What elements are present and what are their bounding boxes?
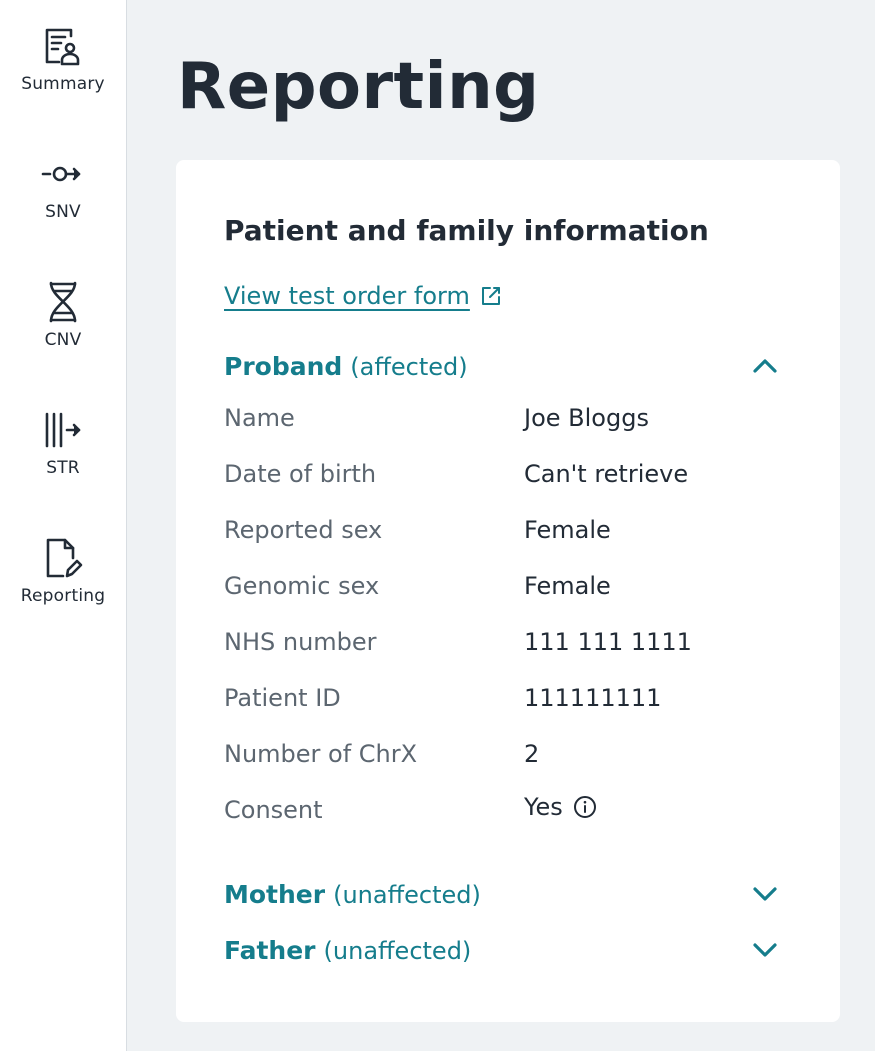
info-icon[interactable]: [573, 795, 597, 819]
patient-info-card: Patient and family information View test…: [176, 160, 840, 1022]
father-status: (unaffected): [323, 936, 472, 965]
proband-status: (affected): [350, 352, 468, 381]
sidebar-item-label: STR: [46, 458, 80, 478]
proband-section-toggle[interactable]: Proband (affected): [224, 348, 782, 384]
external-link-icon: [480, 285, 502, 307]
sidebar-item-cnv[interactable]: CNV: [0, 280, 126, 350]
field-label: Genomic sex: [224, 572, 380, 600]
field-label: Patient ID: [224, 684, 341, 712]
field-row-patient-id: Patient ID 111111111: [224, 678, 784, 718]
field-label: Date of birth: [224, 460, 377, 488]
father-section-toggle[interactable]: Father (unaffected): [224, 932, 782, 968]
sidebar-item-label: SNV: [45, 202, 81, 222]
field-row-consent: Consent Yes: [224, 790, 784, 830]
mother-label: Mother: [224, 879, 326, 909]
mother-status: (unaffected): [333, 880, 481, 909]
field-value: Joe Bloggs: [524, 404, 649, 432]
dna-helix-icon: [41, 280, 85, 324]
field-label: Reported sex: [224, 516, 383, 544]
field-row-genomic-sex: Genomic sex Female: [224, 566, 784, 606]
field-label: Consent: [224, 796, 323, 824]
sidebar-nav: Summary SNV CNV STR Reporting: [0, 0, 127, 1051]
str-repeat-icon: [41, 408, 85, 452]
field-value: Yes: [524, 793, 563, 821]
chevron-down-icon: [752, 941, 778, 959]
sidebar-item-label: Reporting: [20, 586, 106, 606]
sidebar-item-summary[interactable]: Summary: [0, 24, 126, 94]
field-row-number-of-chrx: Number of ChrX 2: [224, 734, 784, 774]
proband-label: Proband: [224, 351, 343, 381]
snv-variant-icon: [41, 152, 85, 196]
field-row-reported-sex: Reported sex Female: [224, 510, 784, 550]
sidebar-item-label: CNV: [44, 330, 82, 350]
document-edit-icon: [41, 536, 85, 580]
field-value: 2: [524, 740, 540, 768]
field-row-date-of-birth: Date of birth Can't retrieve: [224, 454, 784, 494]
order-link-label: View test order form: [224, 282, 470, 310]
field-value: 111 111 1111: [524, 628, 692, 656]
page-title: Reporting: [177, 50, 540, 124]
view-test-order-form-link[interactable]: View test order form: [224, 282, 502, 310]
sidebar-item-str[interactable]: STR: [0, 408, 126, 478]
mother-section-toggle[interactable]: Mother (unaffected): [224, 876, 782, 912]
field-value: Can't retrieve: [524, 460, 689, 488]
card-title: Patient and family information: [224, 214, 709, 247]
chevron-up-icon: [752, 357, 778, 375]
field-value: 111111111: [524, 684, 662, 712]
sidebar-item-reporting[interactable]: Reporting: [0, 536, 126, 606]
field-value: Female: [524, 516, 611, 544]
father-label: Father: [224, 935, 316, 965]
field-label: NHS number: [224, 628, 377, 656]
field-row-nhs-number: NHS number 111 111 1111: [224, 622, 784, 662]
field-row-name: Name Joe Bloggs: [224, 398, 784, 438]
sidebar-item-label: Summary: [21, 74, 105, 94]
summary-report-icon: [41, 24, 85, 68]
chevron-down-icon: [752, 885, 778, 903]
sidebar-item-snv[interactable]: SNV: [0, 152, 126, 222]
field-value: Female: [524, 572, 611, 600]
field-label: Number of ChrX: [224, 740, 418, 768]
field-value-wrapper: Yes: [524, 793, 597, 821]
field-label: Name: [224, 404, 295, 432]
